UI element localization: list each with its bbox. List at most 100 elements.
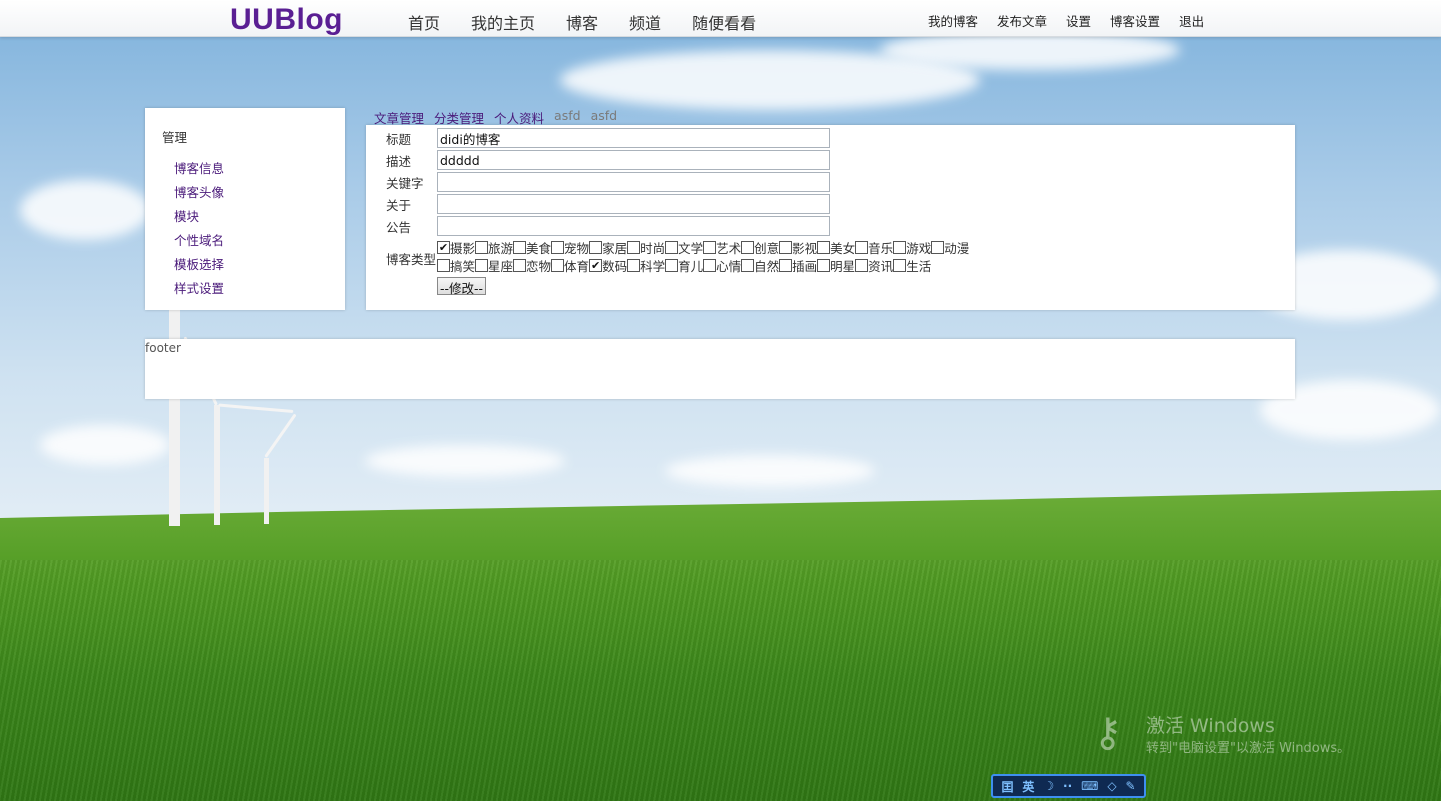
- nav-browse[interactable]: 随便看看: [692, 10, 756, 34]
- checkbox[interactable]: [551, 240, 565, 254]
- ime-punct-icon[interactable]: ··: [1063, 779, 1072, 793]
- blog-type-option[interactable]: 旅游: [475, 238, 513, 257]
- blog-type-option[interactable]: 艺术: [703, 238, 741, 257]
- blog-type-option[interactable]: 恋物: [513, 256, 551, 275]
- keywords-input[interactable]: [437, 172, 830, 192]
- blog-type-option[interactable]: ✔ 数码: [589, 256, 627, 275]
- ime-lang-toggle[interactable]: 英: [1022, 778, 1034, 795]
- checkbox[interactable]: [779, 240, 793, 254]
- blog-type-label-text: 时尚: [640, 240, 666, 256]
- desc-input[interactable]: [437, 150, 830, 170]
- checkbox[interactable]: [855, 240, 869, 254]
- checkbox-checked[interactable]: ✔: [589, 258, 603, 272]
- sidebar-item-modules[interactable]: 模块: [174, 206, 224, 230]
- ime-keyboard-icon[interactable]: ⌨: [1081, 779, 1098, 793]
- ime-mode-icon[interactable]: 囯: [1001, 778, 1013, 795]
- blog-type-label-text: 文学: [678, 240, 704, 256]
- watermark-subtitle: 转到"电脑设置"以激活 Windows。: [1146, 741, 1351, 756]
- blog-type-option[interactable]: 创意: [741, 238, 779, 257]
- nav-my-homepage[interactable]: 我的主页: [471, 10, 535, 34]
- checkbox[interactable]: [817, 258, 831, 272]
- ime-toolbar: 囯 英 ☽ ·· ⌨ ◇ ✎: [991, 774, 1146, 798]
- submit-button[interactable]: --修改--: [437, 277, 487, 296]
- user-nav-settings[interactable]: 设置: [1066, 11, 1091, 30]
- title-input[interactable]: [437, 128, 830, 148]
- checkbox[interactable]: [475, 258, 489, 272]
- sidebar-item-blog-avatar[interactable]: 博客头像: [174, 182, 224, 206]
- checkbox[interactable]: [703, 258, 717, 272]
- checkbox[interactable]: [437, 258, 450, 272]
- about-label: 关于: [386, 197, 412, 213]
- desc-label: 描述: [386, 153, 412, 169]
- blog-type-option[interactable]: 美食: [513, 238, 551, 257]
- checkbox[interactable]: [475, 240, 489, 254]
- nav-blog[interactable]: 博客: [566, 10, 598, 34]
- checkbox[interactable]: [513, 258, 527, 272]
- checkbox[interactable]: [665, 240, 679, 254]
- user-nav-publish[interactable]: 发布文章: [997, 11, 1047, 30]
- checkbox[interactable]: [665, 258, 679, 272]
- checkbox[interactable]: [703, 240, 717, 254]
- blog-type-option[interactable]: 育儿: [665, 256, 703, 275]
- blog-type-option[interactable]: 音乐: [855, 238, 893, 257]
- sidebar-item-blog-info[interactable]: 博客信息: [174, 158, 224, 182]
- blog-type-option[interactable]: 影视: [779, 238, 817, 257]
- ime-settings-icon[interactable]: ✎: [1125, 779, 1135, 793]
- checkbox[interactable]: [817, 240, 831, 254]
- blog-type-label-text: 创意: [754, 240, 780, 256]
- blog-type-label-text: 摄影: [450, 240, 476, 256]
- checkbox[interactable]: [551, 258, 565, 272]
- blog-type-option[interactable]: 明星: [817, 256, 855, 275]
- checkbox[interactable]: [893, 240, 907, 254]
- blog-type-option[interactable]: 宠物: [551, 238, 589, 257]
- ime-skin-icon[interactable]: ◇: [1107, 779, 1116, 793]
- blog-type-option[interactable]: 心情: [703, 256, 741, 275]
- blog-type-label-text: 资讯: [868, 258, 894, 274]
- sidebar-item-template[interactable]: 模板选择: [174, 254, 224, 278]
- about-row: 关于: [386, 194, 830, 214]
- checkbox[interactable]: [741, 258, 755, 272]
- blog-type-option[interactable]: 体育: [551, 256, 589, 275]
- ime-halfwidth-icon[interactable]: ☽: [1043, 779, 1054, 793]
- blog-type-option[interactable]: 时尚: [627, 238, 665, 257]
- checkbox[interactable]: [627, 240, 641, 254]
- checkbox[interactable]: [741, 240, 755, 254]
- user-nav-my-blog[interactable]: 我的博客: [928, 11, 978, 30]
- user-nav-logout[interactable]: 退出: [1179, 11, 1204, 30]
- checkbox[interactable]: [589, 240, 603, 254]
- sidebar-item-custom-domain[interactable]: 个性域名: [174, 230, 224, 254]
- blog-type-option[interactable]: 家居: [589, 238, 627, 257]
- blog-type-option[interactable]: 搞笑: [437, 256, 475, 275]
- blog-type-option[interactable]: 动漫: [931, 238, 969, 257]
- blog-type-label-text: 美女: [830, 240, 856, 256]
- checkbox[interactable]: [779, 258, 793, 272]
- checkbox-checked[interactable]: ✔: [437, 240, 450, 254]
- checkbox[interactable]: [855, 258, 869, 272]
- blog-type-option[interactable]: 文学: [665, 238, 703, 257]
- blog-type-label-text: 体育: [564, 258, 590, 274]
- blog-type-option[interactable]: 自然: [741, 256, 779, 275]
- blog-type-option[interactable]: 星座: [475, 256, 513, 275]
- blog-type-label-text: 数码: [602, 258, 628, 274]
- checkbox[interactable]: [627, 258, 641, 272]
- checkbox[interactable]: [513, 240, 527, 254]
- blog-type-option[interactable]: 生活: [893, 256, 931, 275]
- blog-type-label-text: 星座: [488, 258, 514, 274]
- blog-type-option[interactable]: 美女: [817, 238, 855, 257]
- notice-input[interactable]: [437, 216, 830, 236]
- nav-home[interactable]: 首页: [408, 10, 440, 34]
- user-nav-blog-settings[interactable]: 博客设置: [1110, 11, 1160, 30]
- blog-type-option[interactable]: 插画: [779, 256, 817, 275]
- about-input[interactable]: [437, 194, 830, 214]
- checkbox[interactable]: [893, 258, 907, 272]
- blog-type-label-text: 影视: [792, 240, 818, 256]
- site-logo[interactable]: UUBlog: [230, 3, 343, 37]
- blog-type-option[interactable]: 科学: [627, 256, 665, 275]
- blog-type-option[interactable]: ✔ 摄影: [437, 238, 475, 257]
- checkbox[interactable]: [931, 240, 945, 254]
- blog-type-option[interactable]: 资讯: [855, 256, 893, 275]
- cloud: [365, 445, 565, 477]
- blog-type-option[interactable]: 游戏: [893, 238, 931, 257]
- nav-channel[interactable]: 频道: [629, 10, 661, 34]
- sidebar-item-style[interactable]: 样式设置: [174, 278, 224, 302]
